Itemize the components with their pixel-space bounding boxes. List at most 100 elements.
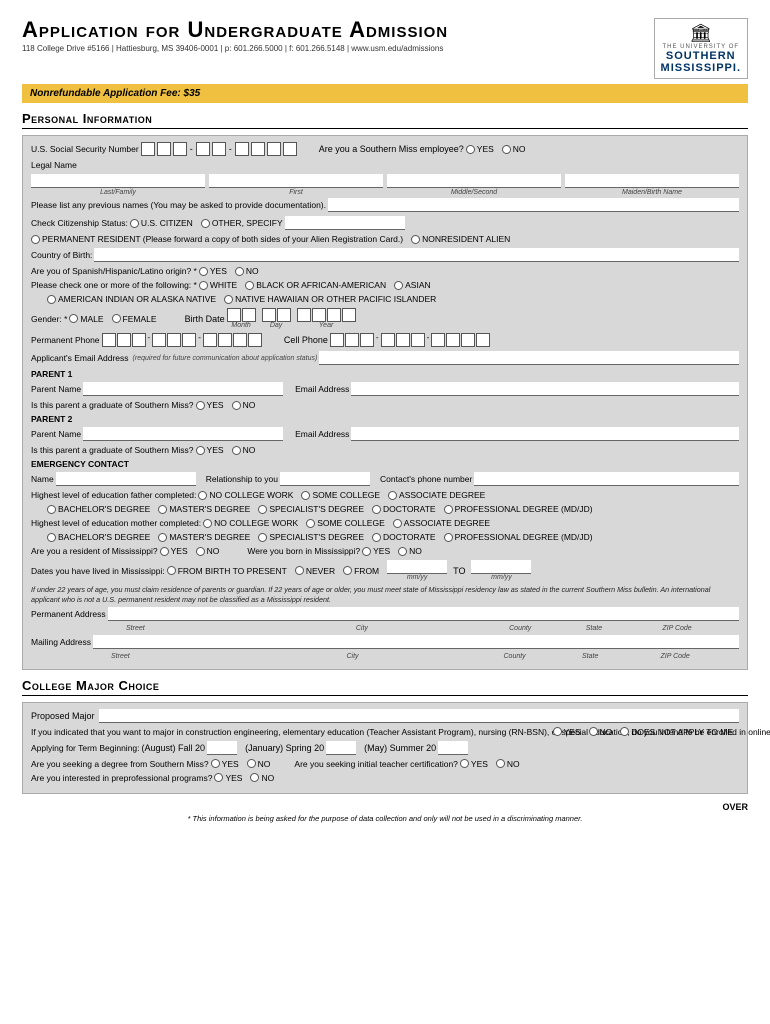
degree-yes-radio[interactable] — [211, 759, 220, 768]
black-african-radio[interactable] — [245, 281, 254, 290]
other-specify-option[interactable]: OTHER, SPECIFY — [201, 216, 405, 230]
male-radio[interactable] — [69, 314, 78, 323]
father-associate-option[interactable]: ASSOCIATE DEGREE — [388, 490, 485, 500]
from-birth-radio[interactable] — [167, 566, 176, 575]
mother-associate-option[interactable]: ASSOCIATE DEGREE — [393, 518, 490, 528]
father-bachelors-radio[interactable] — [47, 505, 56, 514]
ssn-cell-3[interactable] — [173, 142, 187, 156]
father-professional-radio[interactable] — [444, 505, 453, 514]
black-african-option[interactable]: BLACK OR AFRICAN-AMERICAN — [245, 280, 386, 290]
ssn-cell-6[interactable] — [235, 142, 249, 156]
male-option[interactable]: MALE — [69, 314, 103, 324]
mother-masters-option[interactable]: MASTER'S DEGREE — [158, 532, 250, 542]
father-no-college-option[interactable]: NO COLLEGE WORK — [198, 490, 293, 500]
mother-professional-radio[interactable] — [444, 533, 453, 542]
parent1-no-radio[interactable] — [232, 401, 241, 410]
female-radio[interactable] — [112, 314, 121, 323]
never-radio[interactable] — [295, 566, 304, 575]
parent1-email-input[interactable] — [351, 382, 739, 396]
permanent-resident-radio[interactable] — [31, 235, 40, 244]
mother-no-college-option[interactable]: NO COLLEGE WORK — [203, 518, 298, 528]
us-citizen-option[interactable]: U.S. CITIZEN — [130, 218, 193, 228]
year-cell-1[interactable] — [297, 308, 311, 322]
father-bachelors-option[interactable]: BACHELOR'S DEGREE — [47, 504, 150, 514]
spanish-no-option[interactable]: NO — [235, 266, 259, 276]
father-masters-option[interactable]: MASTER'S DEGREE — [158, 504, 250, 514]
country-birth-input[interactable] — [94, 248, 739, 262]
online-yes-radio[interactable] — [553, 727, 562, 736]
mother-masters-radio[interactable] — [158, 533, 167, 542]
preprofessional-no-option[interactable]: NO — [250, 773, 274, 783]
father-some-college-radio[interactable] — [301, 491, 310, 500]
nonresident-alien-option[interactable]: NONRESIDENT ALIEN — [411, 234, 510, 244]
ssn-cell-5[interactable] — [212, 142, 226, 156]
aug-fall-input[interactable] — [207, 741, 237, 755]
mother-some-college-option[interactable]: SOME COLLEGE — [306, 518, 385, 528]
maiden-name-input[interactable] — [565, 174, 739, 188]
pacific-islander-radio[interactable] — [224, 295, 233, 304]
employee-no-radio[interactable] — [502, 145, 511, 154]
mother-bachelors-option[interactable]: BACHELOR'S DEGREE — [47, 532, 150, 542]
relationship-input[interactable] — [280, 472, 370, 486]
pacific-islander-option[interactable]: NATIVE HAWAIIAN OR OTHER PACIFIC ISLANDE… — [224, 294, 436, 304]
email-input[interactable] — [319, 351, 739, 365]
father-no-college-radio[interactable] — [198, 491, 207, 500]
ms-resident-no-radio[interactable] — [196, 547, 205, 556]
father-masters-radio[interactable] — [158, 505, 167, 514]
ssn-cell-9[interactable] — [283, 142, 297, 156]
first-name-input[interactable] — [209, 174, 383, 188]
online-no-radio[interactable] — [589, 727, 598, 736]
american-indian-option[interactable]: AMERICAN INDIAN OR ALASKA NATIVE — [47, 294, 216, 304]
parent2-no-radio[interactable] — [232, 446, 241, 455]
from-option[interactable]: FROM — [343, 566, 379, 576]
american-indian-radio[interactable] — [47, 295, 56, 304]
teacher-cert-yes-option[interactable]: YES — [460, 759, 488, 769]
ms-born-yes-option[interactable]: YES — [362, 546, 390, 556]
year-cell-2[interactable] — [312, 308, 326, 322]
employee-yes-radio[interactable] — [466, 145, 475, 154]
online-no-option[interactable]: NO — [589, 727, 613, 737]
mailing-address-input[interactable] — [93, 635, 739, 649]
mother-bachelors-radio[interactable] — [47, 533, 56, 542]
ms-resident-no-option[interactable]: NO — [196, 546, 220, 556]
mother-doctorate-option[interactable]: DOCTORATE — [372, 532, 436, 542]
ssn-cell-7[interactable] — [251, 142, 265, 156]
preprofessional-yes-option[interactable]: YES — [214, 773, 242, 783]
from-date-input[interactable] — [387, 560, 447, 574]
jan-spring-input[interactable] — [326, 741, 356, 755]
parent2-name-input[interactable] — [83, 427, 283, 441]
ms-born-yes-radio[interactable] — [362, 547, 371, 556]
last-family-input[interactable] — [31, 174, 205, 188]
employee-yes-option[interactable]: YES — [466, 144, 494, 154]
spanish-no-radio[interactable] — [235, 267, 244, 276]
proposed-major-input[interactable] — [99, 709, 739, 723]
degree-yes-option[interactable]: YES — [211, 759, 239, 769]
year-cell-3[interactable] — [327, 308, 341, 322]
teacher-cert-no-option[interactable]: NO — [496, 759, 520, 769]
teacher-cert-yes-radio[interactable] — [460, 759, 469, 768]
teacher-cert-no-radio[interactable] — [496, 759, 505, 768]
permanent-address-input[interactable] — [108, 607, 739, 621]
mother-doctorate-radio[interactable] — [372, 533, 381, 542]
white-radio[interactable] — [199, 281, 208, 290]
parent2-email-input[interactable] — [351, 427, 739, 441]
month-cell-1[interactable] — [227, 308, 241, 322]
mother-specialist-option[interactable]: SPECIALIST'S DEGREE — [258, 532, 364, 542]
emergency-name-input[interactable] — [56, 472, 196, 486]
ms-born-no-option[interactable]: NO — [398, 546, 422, 556]
online-yes-option[interactable]: YES — [553, 727, 581, 737]
does-not-apply-radio[interactable] — [620, 727, 629, 736]
asian-radio[interactable] — [394, 281, 403, 290]
father-associate-radio[interactable] — [388, 491, 397, 500]
to-date-input[interactable] — [471, 560, 531, 574]
month-cell-2[interactable] — [242, 308, 256, 322]
father-doctorate-option[interactable]: DOCTORATE — [372, 504, 436, 514]
father-specialist-radio[interactable] — [258, 505, 267, 514]
mother-no-college-radio[interactable] — [203, 519, 212, 528]
may-summer-input[interactable] — [438, 741, 468, 755]
us-citizen-radio[interactable] — [130, 219, 139, 228]
spanish-yes-option[interactable]: YES — [199, 266, 227, 276]
never-option[interactable]: NEVER — [295, 566, 335, 576]
contact-phone-input[interactable] — [474, 472, 739, 486]
from-radio[interactable] — [343, 566, 352, 575]
